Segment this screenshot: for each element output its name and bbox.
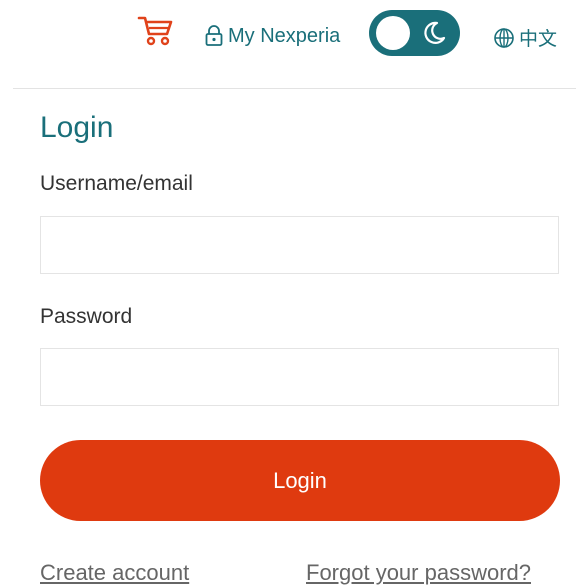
password-label: Password <box>40 305 133 328</box>
language-switch[interactable]: 中文 <box>493 24 557 51</box>
top-bar: My Nexperia 中文 <box>0 0 576 72</box>
password-input[interactable] <box>40 348 559 406</box>
forgot-password-link[interactable]: Forgot your password? <box>306 560 531 586</box>
theme-toggle[interactable] <box>369 10 460 56</box>
cart-icon[interactable] <box>137 14 175 48</box>
login-button[interactable]: Login <box>40 440 560 521</box>
language-label: 中文 <box>519 29 558 50</box>
globe-icon <box>493 27 515 49</box>
my-nexperia-label: My Nexperia <box>228 24 341 47</box>
moon-icon <box>421 20 447 46</box>
my-nexperia-link[interactable]: My Nexperia <box>204 22 340 50</box>
username-input[interactable] <box>40 216 559 274</box>
header-divider <box>13 88 576 89</box>
toggle-knob <box>376 16 410 50</box>
lock-icon <box>204 25 224 47</box>
create-account-link[interactable]: Create account <box>40 560 189 586</box>
username-label: Username/email <box>40 172 193 195</box>
login-title: Login <box>40 111 114 144</box>
